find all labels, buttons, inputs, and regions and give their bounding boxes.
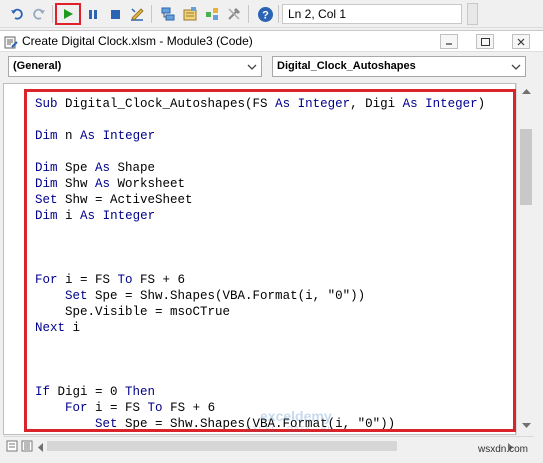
- chevron-down-icon: [247, 61, 257, 75]
- svg-text:?: ?: [262, 9, 269, 21]
- close-icon: [517, 38, 525, 45]
- code-window-titlebar: Create Digital Clock.xlsm - Module3 (Cod…: [0, 30, 543, 52]
- code-dropdown-row: (General) Digital_Clock_Autoshapes: [0, 52, 543, 82]
- object-browser-icon[interactable]: [203, 5, 221, 23]
- window-title: Create Digital Clock.xlsm - Module3 (Cod…: [22, 34, 253, 48]
- restore-icon: [480, 37, 490, 46]
- run-button-highlight: [55, 3, 81, 25]
- watermark-logo: exceldemy EXCEL · DATA · BI: [230, 408, 380, 438]
- cursor-position-indicator: Ln 2, Col 1: [282, 4, 462, 24]
- properties-window-icon[interactable]: [181, 5, 199, 23]
- pause-icon[interactable]: [84, 5, 102, 23]
- scroll-down-icon[interactable]: [521, 421, 531, 431]
- watermark-name: exceldemy: [260, 408, 332, 424]
- help-icon[interactable]: ?: [256, 5, 274, 23]
- horizontal-scroll-thumb[interactable]: [47, 441, 397, 451]
- design-mode-icon[interactable]: [128, 5, 146, 23]
- object-dropdown-value: (General): [13, 60, 62, 72]
- vertical-scrollbar[interactable]: [516, 83, 534, 435]
- horizontal-scrollbar[interactable]: [3, 436, 534, 454]
- procedure-dropdown-value: Digital_Clock_Autoshapes: [277, 60, 416, 72]
- procedure-dropdown[interactable]: Digital_Clock_Autoshapes: [272, 56, 526, 77]
- redo-icon[interactable]: [30, 5, 48, 23]
- vertical-scroll-thumb[interactable]: [520, 129, 532, 205]
- stop-icon[interactable]: [106, 5, 124, 23]
- toolbar-scroll-handle[interactable]: [467, 3, 478, 25]
- full-module-view-icon[interactable]: [21, 440, 33, 455]
- chevron-down-icon: [511, 61, 521, 75]
- project-explorer-icon[interactable]: [159, 5, 177, 23]
- close-button[interactable]: [512, 34, 530, 49]
- watermark-tagline: EXCEL · DATA · BI: [246, 425, 331, 434]
- minimize-button[interactable]: [440, 34, 458, 49]
- standard-toolbar: ? Ln 2, Col 1: [0, 0, 543, 28]
- minimize-icon: [446, 42, 452, 45]
- vba-module-icon: [4, 35, 18, 52]
- procedure-view-icon[interactable]: [6, 440, 18, 455]
- site-label: wsxdn.com: [478, 444, 529, 455]
- code-highlight-frame: [24, 89, 516, 432]
- object-dropdown[interactable]: (General): [8, 56, 262, 77]
- undo-icon[interactable]: [8, 5, 26, 23]
- toolbox-icon[interactable]: [225, 5, 243, 23]
- restore-button[interactable]: [476, 34, 494, 49]
- scroll-up-icon[interactable]: [521, 86, 531, 96]
- scroll-left-icon[interactable]: [37, 441, 43, 455]
